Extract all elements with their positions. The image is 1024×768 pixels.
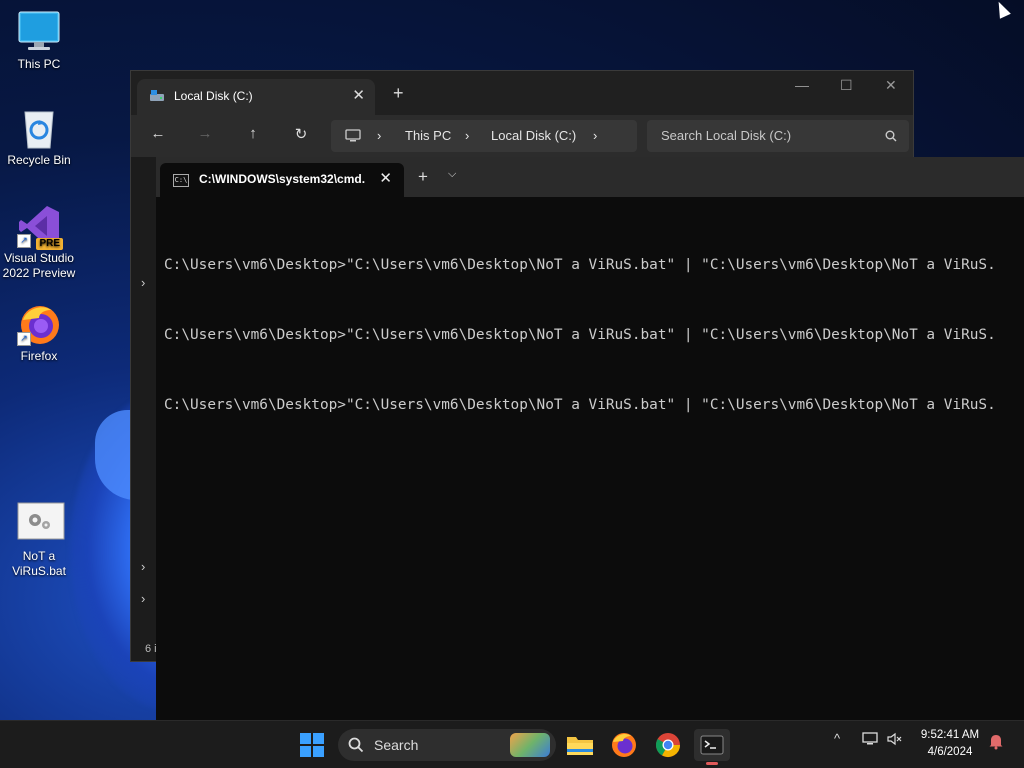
desktop-icon-label: NoT a ViRuS.bat [12, 549, 66, 578]
expand-chevron-icon[interactable]: › [141, 559, 145, 574]
chevron-down-icon[interactable]: ⌵ [448, 168, 456, 181]
desktop-icon-this-pc[interactable]: This PC [1, 10, 77, 72]
clock-date: 4/6/2024 [927, 746, 973, 758]
explorer-search-box[interactable]: Search Local Disk (C:) [647, 120, 909, 152]
desktop-icon-firefox[interactable]: ↗ Firefox [1, 302, 77, 364]
shortcut-arrow-icon: ↗ [17, 332, 31, 346]
terminal-line: C:\Users\vm6\Desktop>"C:\Users\vm6\Deskt… [164, 327, 996, 343]
system-clock[interactable]: 9:52:41 AM 4/6/2024 [906, 727, 994, 761]
desktop-icon-visual-studio[interactable]: PRE ↗ Visual Studio 2022 Preview [1, 204, 77, 281]
desktop-icon-recycle-bin[interactable]: Recycle Bin [1, 106, 77, 168]
active-indicator [706, 762, 718, 765]
shortcut-arrow-icon: ↗ [17, 234, 31, 248]
taskbar-chrome[interactable] [652, 729, 684, 761]
clock-time: 9:52:41 AM [920, 729, 980, 741]
desktop-icon-bat-file[interactable]: NoT a ViRuS.bat [1, 502, 77, 579]
breadcrumb-local-disk[interactable]: Local Disk (C:) [491, 128, 576, 143]
taskbar-search-placeholder: Search [374, 737, 419, 753]
search-icon [348, 737, 364, 753]
forward-arrow-icon[interactable]: → [194, 125, 216, 142]
cmd-icon: C:\ [173, 174, 189, 187]
chevron-right-icon[interactable]: › [593, 128, 597, 143]
maximize-icon[interactable]: ☐ [840, 77, 853, 94]
desktop-icon-label: Visual Studio 2022 Preview [2, 251, 76, 280]
desktop-icon-label: This PC [17, 57, 61, 71]
batch-file-icon [17, 502, 65, 546]
taskbar: Search ^ 9:52:41 AM 4/6/2024 [0, 720, 1024, 768]
terminal-line: C:\Users\vm6\Desktop>"C:\Users\vm6\Deskt… [164, 257, 996, 273]
visual-studio-icon: PRE ↗ [17, 204, 63, 250]
taskbar-firefox[interactable] [608, 729, 640, 761]
expand-chevron-icon[interactable]: › [141, 275, 145, 290]
start-button[interactable] [296, 729, 328, 761]
explorer-navbar: ← → ↑ ↻ › This PC › Local Disk (C:) › Se… [131, 115, 913, 157]
this-pc-icon [345, 129, 361, 142]
recycle-bin-icon [17, 106, 61, 150]
explorer-tab-title: Local Disk (C:) [174, 89, 253, 103]
chevron-right-icon[interactable]: › [465, 128, 469, 143]
firefox-icon [612, 733, 636, 757]
new-tab-button[interactable]: + [418, 167, 428, 187]
close-tab-icon[interactable]: ✕ [352, 86, 365, 104]
folder-icon [567, 737, 593, 755]
minimize-icon[interactable]: — [795, 77, 809, 93]
explorer-nav-pane: › › › 6 i [131, 157, 157, 661]
terminal-icon [700, 735, 724, 755]
volume-muted-icon[interactable] [886, 731, 904, 750]
up-arrow-icon[interactable]: ↑ [242, 125, 264, 142]
terminal-tabbar[interactable]: C:\ C:\WINDOWS\system32\cmd. ✕ + ⌵ [156, 157, 1024, 197]
terminal-tab[interactable]: C:\ C:\WINDOWS\system32\cmd. ✕ [160, 163, 404, 197]
firefox-icon: ↗ [17, 302, 61, 346]
chevron-right-icon[interactable]: › [377, 128, 381, 143]
drive-icon [150, 90, 164, 101]
terminal-output[interactable]: C:\Users\vm6\Desktop>"C:\Users\vm6\Deskt… [164, 221, 1024, 463]
chrome-icon [655, 733, 680, 758]
taskbar-search[interactable]: Search [338, 729, 556, 761]
mouse-cursor [993, 0, 1011, 19]
explorer-tab[interactable]: Local Disk (C:) ✕ [137, 79, 375, 115]
search-icon [885, 130, 897, 142]
chevron-up-icon[interactable]: ^ [834, 731, 840, 746]
desktop-icon-label: Recycle Bin [7, 153, 71, 167]
windows-logo-icon [300, 733, 324, 757]
notification-bell-icon[interactable] [988, 732, 1004, 753]
terminal-window[interactable]: C:\ C:\WINDOWS\system32\cmd. ✕ + ⌵ C:\Us… [156, 157, 1024, 720]
address-bar[interactable]: › This PC › Local Disk (C:) › [331, 120, 637, 152]
expand-chevron-icon[interactable]: › [141, 591, 145, 606]
close-window-icon[interactable]: ✕ [885, 77, 897, 94]
taskbar-file-explorer[interactable] [564, 729, 596, 761]
explorer-titlebar[interactable]: Local Disk (C:) ✕ + — ☐ ✕ [131, 71, 913, 115]
refresh-icon[interactable]: ↻ [290, 125, 312, 143]
search-highlight-image [510, 733, 550, 757]
terminal-tab-title: C:\WINDOWS\system32\cmd. [199, 172, 366, 186]
breadcrumb-this-pc[interactable]: This PC [405, 128, 451, 143]
search-placeholder: Search Local Disk (C:) [661, 128, 792, 143]
preview-badge: PRE [36, 238, 63, 250]
monitor-icon [17, 10, 61, 54]
new-tab-button[interactable]: + [393, 84, 404, 102]
taskbar-terminal[interactable] [694, 729, 730, 765]
back-arrow-icon[interactable]: ← [147, 125, 169, 142]
network-icon[interactable] [862, 731, 880, 750]
desktop-icon-label: Firefox [20, 349, 58, 363]
close-tab-icon[interactable]: ✕ [379, 169, 392, 187]
status-item-count: 6 i [145, 643, 157, 655]
terminal-line: C:\Users\vm6\Desktop>"C:\Users\vm6\Deskt… [164, 397, 996, 413]
